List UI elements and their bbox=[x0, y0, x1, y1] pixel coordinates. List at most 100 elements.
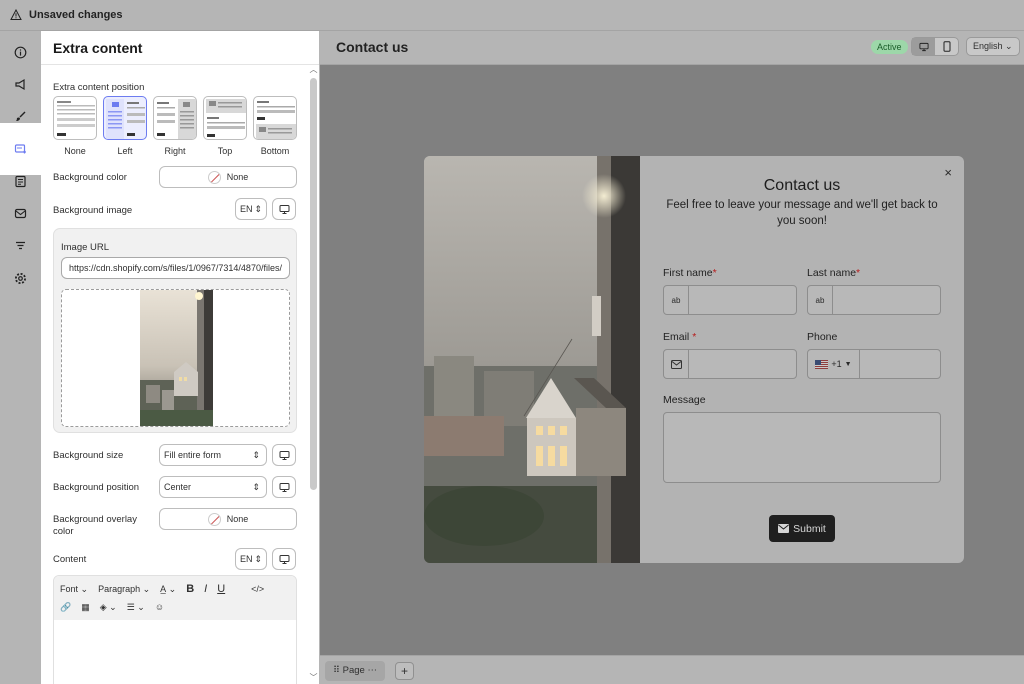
more-icon[interactable]: ⋯ bbox=[367, 665, 377, 676]
bg-position-select[interactable]: Center ⇕ bbox=[159, 476, 267, 498]
country-code-select[interactable]: +1 ▼ bbox=[808, 350, 860, 378]
position-option-none[interactable]: None bbox=[53, 96, 97, 156]
fill-color-icon[interactable]: ◈ ⌄ bbox=[100, 602, 117, 613]
name-icon: ab bbox=[808, 286, 833, 314]
panel-scrollbar[interactable]: ︿ ﹀ bbox=[309, 65, 318, 684]
contact-form: × Contact us Feel free to leave your mes… bbox=[640, 156, 964, 563]
language-select[interactable]: English ⌄ bbox=[966, 37, 1020, 56]
message-label: Message bbox=[663, 394, 706, 406]
editor-body[interactable] bbox=[54, 620, 296, 684]
submit-label: Submit bbox=[793, 522, 826, 535]
bg-overlay-color-picker[interactable]: None bbox=[159, 508, 297, 530]
position-label: Extra content position bbox=[53, 82, 145, 93]
background-image-preview bbox=[140, 290, 213, 426]
position-right-label: Right bbox=[164, 146, 186, 156]
position-left-label: Left bbox=[117, 146, 133, 156]
name-icon: ab bbox=[664, 286, 689, 314]
filter-icon[interactable] bbox=[7, 232, 34, 259]
bg-image-device-button[interactable] bbox=[272, 198, 296, 220]
table-icon[interactable]: ▦ bbox=[81, 602, 90, 613]
unsaved-changes-text: Unsaved changes bbox=[29, 9, 123, 21]
editor-toolbar: Font ⌄ Paragraph ⌄ A̲ ⌄ B I U </> 🔗 ▦ ◈ … bbox=[54, 576, 296, 620]
megaphone-icon[interactable] bbox=[7, 71, 34, 98]
unsaved-changes-bar: Unsaved changes bbox=[0, 0, 1024, 31]
position-bottom-label: Bottom bbox=[260, 146, 290, 156]
content-label: Content bbox=[53, 554, 87, 565]
code-icon[interactable]: </> bbox=[251, 584, 264, 594]
email-label: Email * bbox=[663, 331, 697, 343]
mobile-icon bbox=[943, 41, 950, 52]
desktop-icon bbox=[279, 482, 289, 492]
bg-overlay-value: None bbox=[226, 514, 249, 524]
desktop-icon bbox=[918, 42, 929, 51]
bg-size-value: Fill entire form bbox=[164, 450, 222, 460]
position-option-top[interactable]: Top bbox=[203, 96, 247, 156]
first-name-field[interactable]: ab bbox=[663, 285, 797, 315]
first-name-label: First name* bbox=[663, 267, 717, 279]
align-icon[interactable]: ☰ ⌄ bbox=[127, 602, 145, 613]
position-option-right[interactable]: Right bbox=[153, 96, 197, 156]
drag-handle-icon[interactable]: ⠿ bbox=[333, 665, 340, 676]
image-settings-box: Image URL https://cdn.shopify.com/s/file… bbox=[53, 228, 297, 433]
page-tab[interactable]: ⠿ Page ⋯ bbox=[325, 661, 385, 681]
bg-position-device-button[interactable] bbox=[272, 476, 296, 498]
position-option-bottom[interactable]: Bottom bbox=[253, 96, 297, 156]
position-top-label: Top bbox=[217, 146, 233, 156]
page-tab-label: Page bbox=[342, 665, 365, 676]
chevron-down-icon: ⌄ bbox=[1005, 41, 1013, 51]
info-icon[interactable] bbox=[7, 39, 34, 66]
no-color-swatch-icon bbox=[207, 512, 221, 526]
image-dropzone[interactable] bbox=[61, 289, 290, 427]
bold-icon[interactable]: B bbox=[186, 583, 194, 595]
form-title: Contact us bbox=[763, 177, 841, 194]
paragraph-dropdown[interactable]: Paragraph ⌄ bbox=[98, 584, 150, 595]
bg-size-device-button[interactable] bbox=[272, 444, 296, 466]
font-dropdown[interactable]: Font ⌄ bbox=[60, 584, 88, 595]
mail-icon[interactable] bbox=[7, 200, 34, 227]
position-option-left[interactable]: Left bbox=[103, 96, 147, 156]
italic-icon[interactable]: I bbox=[204, 583, 207, 595]
mobile-view-button[interactable] bbox=[935, 38, 958, 55]
link-icon[interactable]: 🔗 bbox=[60, 602, 71, 613]
content-language-select[interactable]: EN ⇕ bbox=[235, 548, 267, 570]
message-textarea[interactable] bbox=[663, 412, 941, 483]
form-preview-modal: × Contact us Feel free to leave your mes… bbox=[424, 156, 964, 563]
bg-size-select[interactable]: Fill entire form ⇕ bbox=[159, 444, 267, 466]
house-ornament-image bbox=[424, 156, 640, 563]
bg-image-language-select[interactable]: EN ⇕ bbox=[235, 198, 267, 220]
desktop-view-button[interactable] bbox=[912, 38, 935, 55]
bg-image-label: Background image bbox=[53, 205, 133, 216]
submit-button[interactable]: Submit bbox=[769, 515, 835, 542]
updown-chevron-icon: ⇕ bbox=[254, 553, 262, 564]
no-color-swatch-icon bbox=[207, 170, 221, 184]
last-name-field[interactable]: ab bbox=[807, 285, 941, 315]
language-value: English bbox=[973, 41, 1003, 51]
email-field[interactable] bbox=[663, 349, 797, 379]
emoji-icon[interactable]: ☺ bbox=[155, 602, 164, 612]
bg-position-label: Background position bbox=[53, 482, 140, 493]
image-url-input[interactable]: https://cdn.shopify.com/s/files/1/0967/7… bbox=[61, 257, 290, 279]
scrollbar-thumb[interactable] bbox=[310, 78, 317, 490]
underline-icon[interactable]: U bbox=[217, 583, 225, 595]
scroll-up-icon[interactable]: ︿ bbox=[309, 65, 318, 74]
settings-icon[interactable] bbox=[7, 265, 34, 292]
add-page-button[interactable]: + bbox=[395, 662, 414, 680]
phone-label: Phone bbox=[807, 331, 838, 343]
document-icon[interactable] bbox=[7, 168, 34, 195]
content-device-button[interactable] bbox=[272, 548, 296, 570]
scroll-down-icon[interactable]: ﹀ bbox=[309, 673, 318, 682]
text-size-icon[interactable]: A̲ ⌄ bbox=[160, 584, 176, 595]
us-flag-icon bbox=[815, 359, 829, 369]
phone-field[interactable]: +1 ▼ bbox=[807, 349, 941, 379]
bg-size-label: Background size bbox=[53, 450, 124, 461]
canvas-header: Contact us Active English ⌄ bbox=[320, 31, 1024, 65]
desktop-icon bbox=[279, 554, 289, 564]
warning-icon bbox=[10, 9, 22, 20]
canvas-title: Contact us bbox=[336, 39, 409, 55]
bg-position-value: Center bbox=[164, 482, 192, 492]
layout-bottom-thumbnail bbox=[253, 96, 297, 140]
layout-top-thumbnail bbox=[203, 96, 247, 140]
updown-chevron-icon: ⇕ bbox=[252, 481, 260, 492]
device-toggle bbox=[911, 37, 959, 56]
bg-color-picker[interactable]: None bbox=[159, 166, 297, 188]
